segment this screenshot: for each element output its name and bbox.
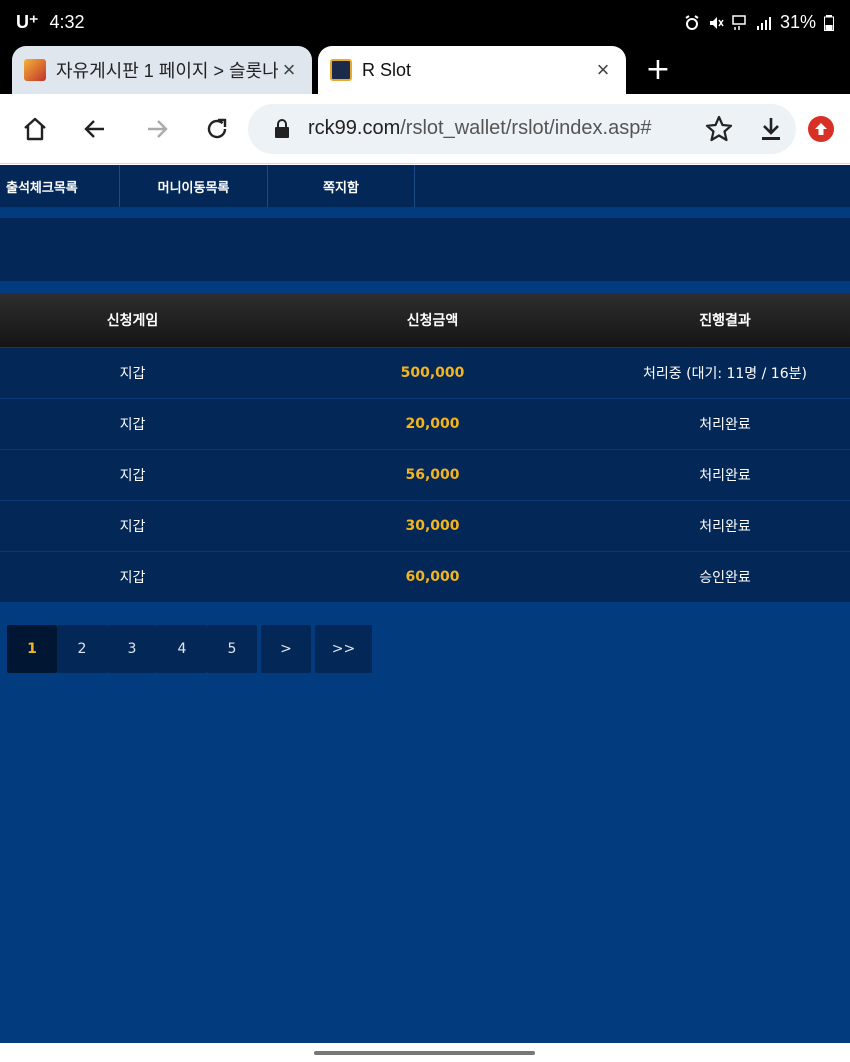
cell-result: 처리완료 bbox=[699, 417, 751, 433]
bookmark-star-icon[interactable] bbox=[704, 114, 734, 144]
battery-level: 31% bbox=[779, 12, 816, 32]
address-bar[interactable]: rck99.com/rslot_wallet/rslot/index.asp# bbox=[248, 104, 796, 154]
new-tab-button[interactable]: + bbox=[640, 52, 676, 88]
signal-bars-icon bbox=[756, 16, 771, 30]
arrow-up-icon bbox=[815, 123, 827, 135]
cell-result: 처리완료 bbox=[699, 468, 751, 484]
cell-result: 처리완료 bbox=[699, 519, 751, 535]
cell-game: 지갑 bbox=[119, 519, 146, 535]
back-button[interactable] bbox=[76, 110, 114, 148]
url-host: rck99.com bbox=[308, 117, 401, 139]
pagination: 1 2 3 4 5 > >> bbox=[0, 625, 372, 673]
tab-title: R Slot bbox=[362, 59, 412, 80]
last-page-button[interactable]: >> bbox=[315, 625, 372, 673]
cell-amount: 500,000 bbox=[400, 365, 465, 381]
slot-favicon-icon bbox=[24, 59, 46, 81]
cell-amount: 60,000 bbox=[405, 569, 460, 585]
next-page-button[interactable]: > bbox=[261, 625, 311, 673]
table-row: 지갑 56,000 처리완료 bbox=[0, 449, 850, 500]
carrier-label: U⁺ bbox=[16, 12, 39, 32]
page-button-5[interactable]: 5 bbox=[207, 625, 257, 673]
home-button[interactable] bbox=[16, 110, 54, 148]
home-handle[interactable] bbox=[314, 1051, 535, 1055]
table-row: 지갑 60,000 승인완료 bbox=[0, 551, 850, 602]
cell-result: 승인완료 bbox=[699, 570, 751, 586]
lock-icon bbox=[275, 119, 289, 138]
arrow-left-icon bbox=[84, 120, 104, 138]
page-button-1[interactable]: 1 bbox=[7, 625, 57, 673]
sub-navigation: 출석체크목록 머니이동목록 쪽지함 bbox=[0, 165, 850, 207]
status-left: U⁺ 4:32 bbox=[16, 12, 85, 33]
cell-amount: 56,000 bbox=[405, 467, 460, 483]
cell-amount: 20,000 bbox=[405, 416, 460, 432]
signal-5g-icon bbox=[732, 14, 746, 30]
subnav-item-messages[interactable]: 쪽지함 bbox=[268, 165, 415, 207]
header-result: 진행결과 bbox=[699, 313, 751, 329]
cell-game: 지갑 bbox=[119, 366, 146, 382]
tab-active[interactable]: R Slot × bbox=[318, 46, 626, 94]
reload-icon bbox=[207, 118, 227, 139]
cell-game: 지갑 bbox=[119, 468, 146, 484]
gesture-bar bbox=[0, 1043, 850, 1062]
status-right: 31% bbox=[684, 12, 834, 33]
table-header: 신청게임 신청금액 진행결과 bbox=[0, 293, 850, 347]
clock: 4:32 bbox=[49, 12, 85, 32]
table-row: 지갑 30,000 처리완료 bbox=[0, 500, 850, 551]
header-amount: 신청금액 bbox=[406, 313, 459, 329]
url-text[interactable]: rck99.com/rslot_wallet/rslot/index.asp# bbox=[308, 117, 651, 140]
cell-amount: 30,000 bbox=[405, 518, 460, 534]
page-button-3[interactable]: 3 bbox=[107, 625, 157, 673]
reload-button[interactable] bbox=[198, 110, 236, 148]
url-path: /rslot_wallet/rslot/index.asp# bbox=[400, 117, 652, 139]
cell-game: 지갑 bbox=[119, 417, 146, 433]
cell-result: 처리중 (대기: 11명 / 16분) bbox=[643, 366, 807, 382]
forward-button[interactable] bbox=[138, 110, 176, 148]
request-table: 신청게임 신청금액 진행결과 지갑 500,000 처리중 (대기: 11명 /… bbox=[0, 293, 850, 602]
subnav-item-attendance[interactable]: 출석체크목록 bbox=[0, 165, 120, 207]
close-icon[interactable]: × bbox=[278, 57, 300, 83]
banner-band bbox=[0, 218, 850, 281]
table-row: 지갑 500,000 처리중 (대기: 11명 / 16분) bbox=[0, 347, 850, 398]
subnav-item-money-transfer[interactable]: 머니이동목록 bbox=[120, 165, 268, 207]
mute-icon bbox=[709, 16, 724, 29]
page-button-4[interactable]: 4 bbox=[157, 625, 207, 673]
tab-strip: 자유게시판 1 페이지 > 슬롯나라 × R Slot × + bbox=[0, 46, 850, 94]
alarm-icon bbox=[685, 14, 699, 30]
battery-icon bbox=[824, 14, 834, 31]
cell-game: 지갑 bbox=[119, 570, 146, 586]
tab-inactive[interactable]: 자유게시판 1 페이지 > 슬롯나라 × bbox=[12, 46, 312, 94]
download-icon[interactable] bbox=[756, 114, 786, 144]
status-bar: U⁺ 4:32 31% bbox=[0, 0, 850, 46]
arrow-right-icon bbox=[148, 120, 168, 138]
close-icon[interactable]: × bbox=[592, 57, 614, 83]
rslot-favicon-icon bbox=[330, 59, 352, 81]
page-button-2[interactable]: 2 bbox=[57, 625, 107, 673]
tab-title: 자유게시판 1 페이지 > 슬롯나라 bbox=[56, 61, 278, 81]
header-game: 신청게임 bbox=[106, 313, 159, 329]
browser-toolbar: rck99.com/rslot_wallet/rslot/index.asp# bbox=[0, 94, 850, 164]
page-content: 출석체크목록 머니이동목록 쪽지함 신청게임 신청금액 진행결과 지갑 500,… bbox=[0, 165, 850, 1043]
home-icon bbox=[24, 117, 46, 141]
update-button[interactable] bbox=[808, 116, 834, 142]
table-row: 지갑 20,000 처리완료 bbox=[0, 398, 850, 449]
